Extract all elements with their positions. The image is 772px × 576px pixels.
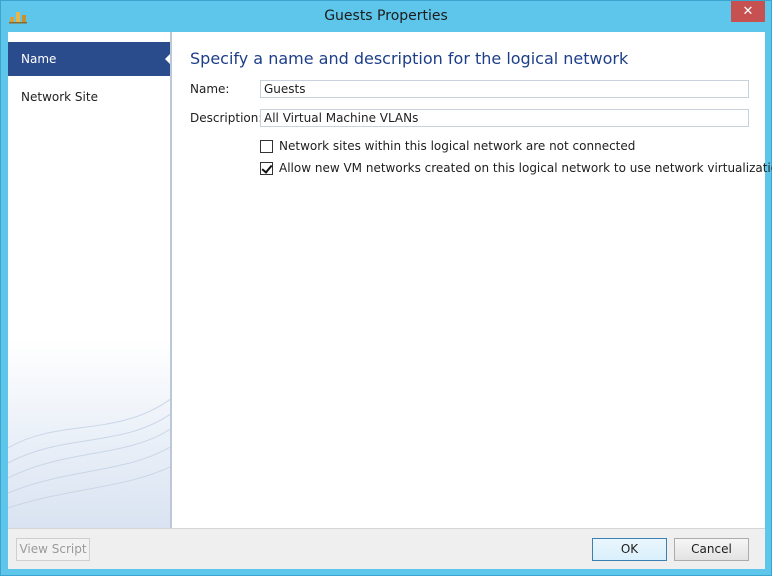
title-bar[interactable]: Guests Properties ✕ bbox=[1, 1, 771, 32]
close-button[interactable]: ✕ bbox=[731, 1, 765, 22]
sidebar: Name Network Site bbox=[8, 32, 172, 528]
name-input[interactable] bbox=[260, 80, 749, 98]
sidebar-item-network-site[interactable]: Network Site bbox=[8, 80, 170, 114]
properties-dialog: Guests Properties ✕ Name Network Site Sp… bbox=[0, 0, 772, 576]
main-panel: Specify a name and description for the l… bbox=[174, 32, 772, 528]
checkbox-unchecked[interactable] bbox=[260, 139, 273, 153]
checkbox-sites-not-connected[interactable]: Network sites within this logical networ… bbox=[260, 138, 635, 154]
page-title: Specify a name and description for the l… bbox=[190, 49, 629, 68]
description-input[interactable] bbox=[260, 109, 749, 127]
close-icon: ✕ bbox=[742, 4, 754, 19]
ok-button[interactable]: OK bbox=[592, 538, 667, 561]
checkbox-allow-network-virtualization[interactable]: Allow new VM networks created on this lo… bbox=[260, 160, 772, 176]
checkbox-label: Allow new VM networks created on this lo… bbox=[279, 161, 772, 175]
active-item-pointer bbox=[165, 50, 170, 68]
dialog-footer: View Script OK Cancel bbox=[8, 528, 765, 569]
dialog-client-area: Name Network Site Specify a name and des… bbox=[8, 32, 772, 569]
sidebar-item-name[interactable]: Name bbox=[8, 42, 170, 76]
sidebar-item-label: Network Site bbox=[21, 90, 98, 104]
window-title: Guests Properties bbox=[324, 8, 448, 24]
decorative-swoosh bbox=[8, 398, 170, 509]
checkbox-label: Network sites within this logical networ… bbox=[279, 139, 636, 153]
cancel-button[interactable]: Cancel bbox=[674, 538, 749, 561]
sidebar-item-label: Name bbox=[21, 52, 57, 66]
description-label: Description: bbox=[190, 111, 263, 125]
name-label: Name: bbox=[190, 82, 230, 96]
view-script-button[interactable]: View Script bbox=[16, 538, 90, 561]
checkbox-checked[interactable] bbox=[260, 161, 273, 175]
